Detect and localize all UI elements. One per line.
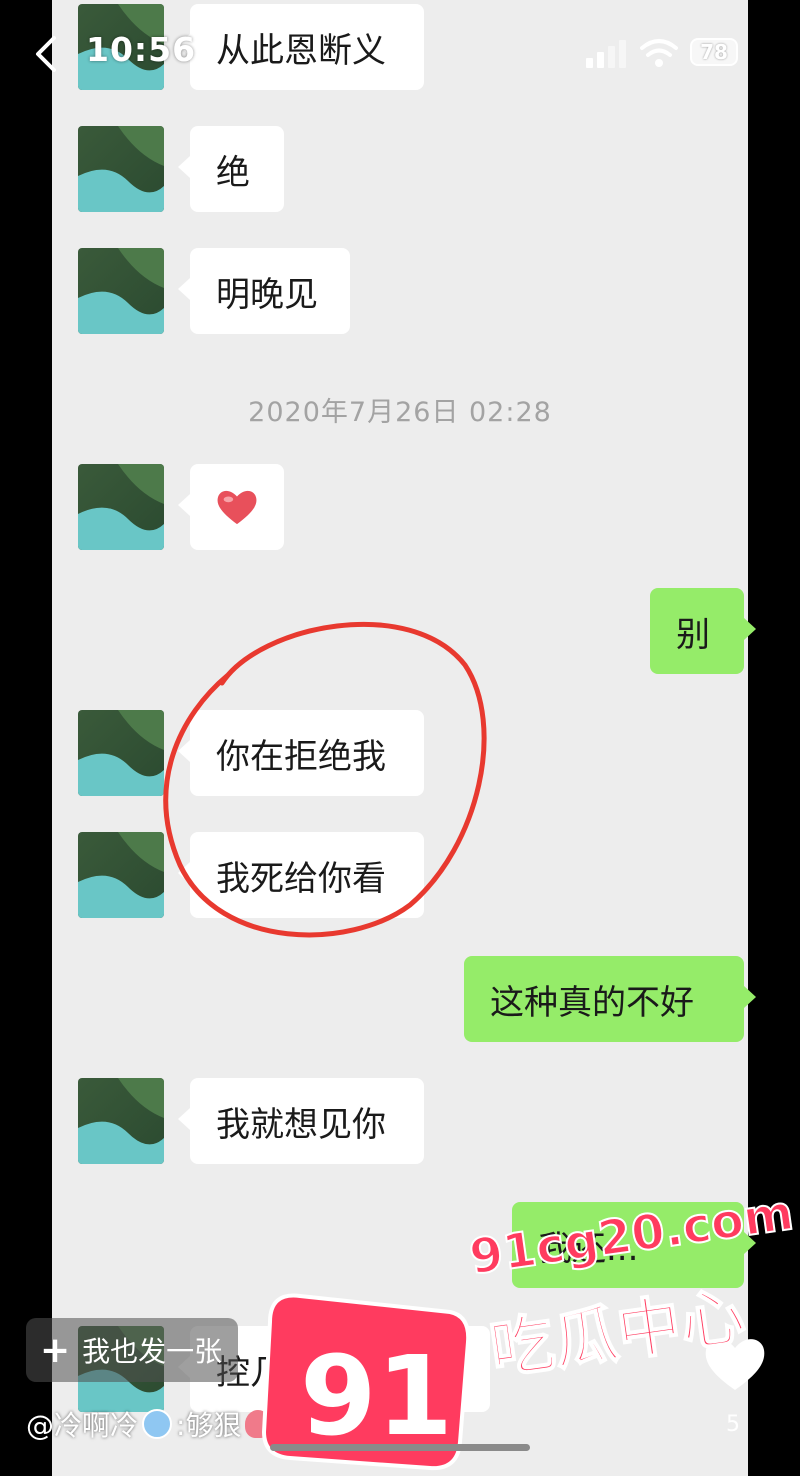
message-text: 我就想见你 (216, 1104, 386, 1145)
message-bubble[interactable]: 我就想见你 (178, 1078, 424, 1164)
chat-timestamp: 2020年7月26日 02:28 (248, 397, 552, 428)
message-bubble[interactable]: 你在拒绝我 (178, 710, 424, 796)
message-bubble-sent[interactable]: 别 (650, 588, 756, 674)
comment-line[interactable]: @冷啊冷 :够狠 (26, 1404, 272, 1444)
message-text: 从此恩断义 (216, 30, 386, 71)
avatar[interactable] (78, 710, 164, 796)
post-button[interactable]: + 我也发一张 (26, 1318, 238, 1382)
message-text: 这种真的不好 (490, 982, 694, 1023)
status-time: 10:56 (86, 30, 197, 69)
like-count: 5 (726, 1412, 740, 1437)
back-arrow-icon[interactable] (30, 34, 66, 74)
avatar[interactable] (78, 126, 164, 212)
message-text: 我死给你看 (216, 858, 386, 899)
home-indicator[interactable] (270, 1444, 530, 1451)
avatar[interactable] (78, 248, 164, 334)
comment-user: @冷啊冷 (26, 1409, 139, 1442)
avatar[interactable] (78, 464, 164, 550)
battery-indicator: 78 (690, 38, 738, 66)
message-text: 你在拒绝我 (216, 736, 386, 777)
message-text: 绝 (216, 152, 250, 193)
message-bubble[interactable]: 从此恩断义 (178, 4, 424, 90)
message-bubble[interactable] (178, 464, 284, 550)
message-bubble[interactable]: 绝 (178, 126, 284, 212)
avatar[interactable] (78, 1078, 164, 1164)
watermark-number: 91 (300, 1332, 453, 1460)
cold-face-emoji-icon (142, 1409, 173, 1439)
message-text: 别 (676, 614, 710, 655)
comment-text: :够狠 (176, 1409, 242, 1442)
message-bubble[interactable]: 明晚见 (178, 248, 350, 334)
wifi-icon (640, 39, 678, 67)
cell-signal-icon (586, 40, 626, 68)
message-bubble-sent[interactable]: 这种真的不好 (464, 956, 756, 1042)
avatar[interactable] (78, 832, 164, 918)
message-bubble[interactable]: 我死给你看 (178, 832, 424, 918)
heart-emoji-icon (217, 490, 257, 525)
post-button-label: 我也发一张 (82, 1335, 223, 1368)
message-text: 明晚见 (216, 274, 318, 315)
plus-icon: + (40, 1329, 71, 1371)
